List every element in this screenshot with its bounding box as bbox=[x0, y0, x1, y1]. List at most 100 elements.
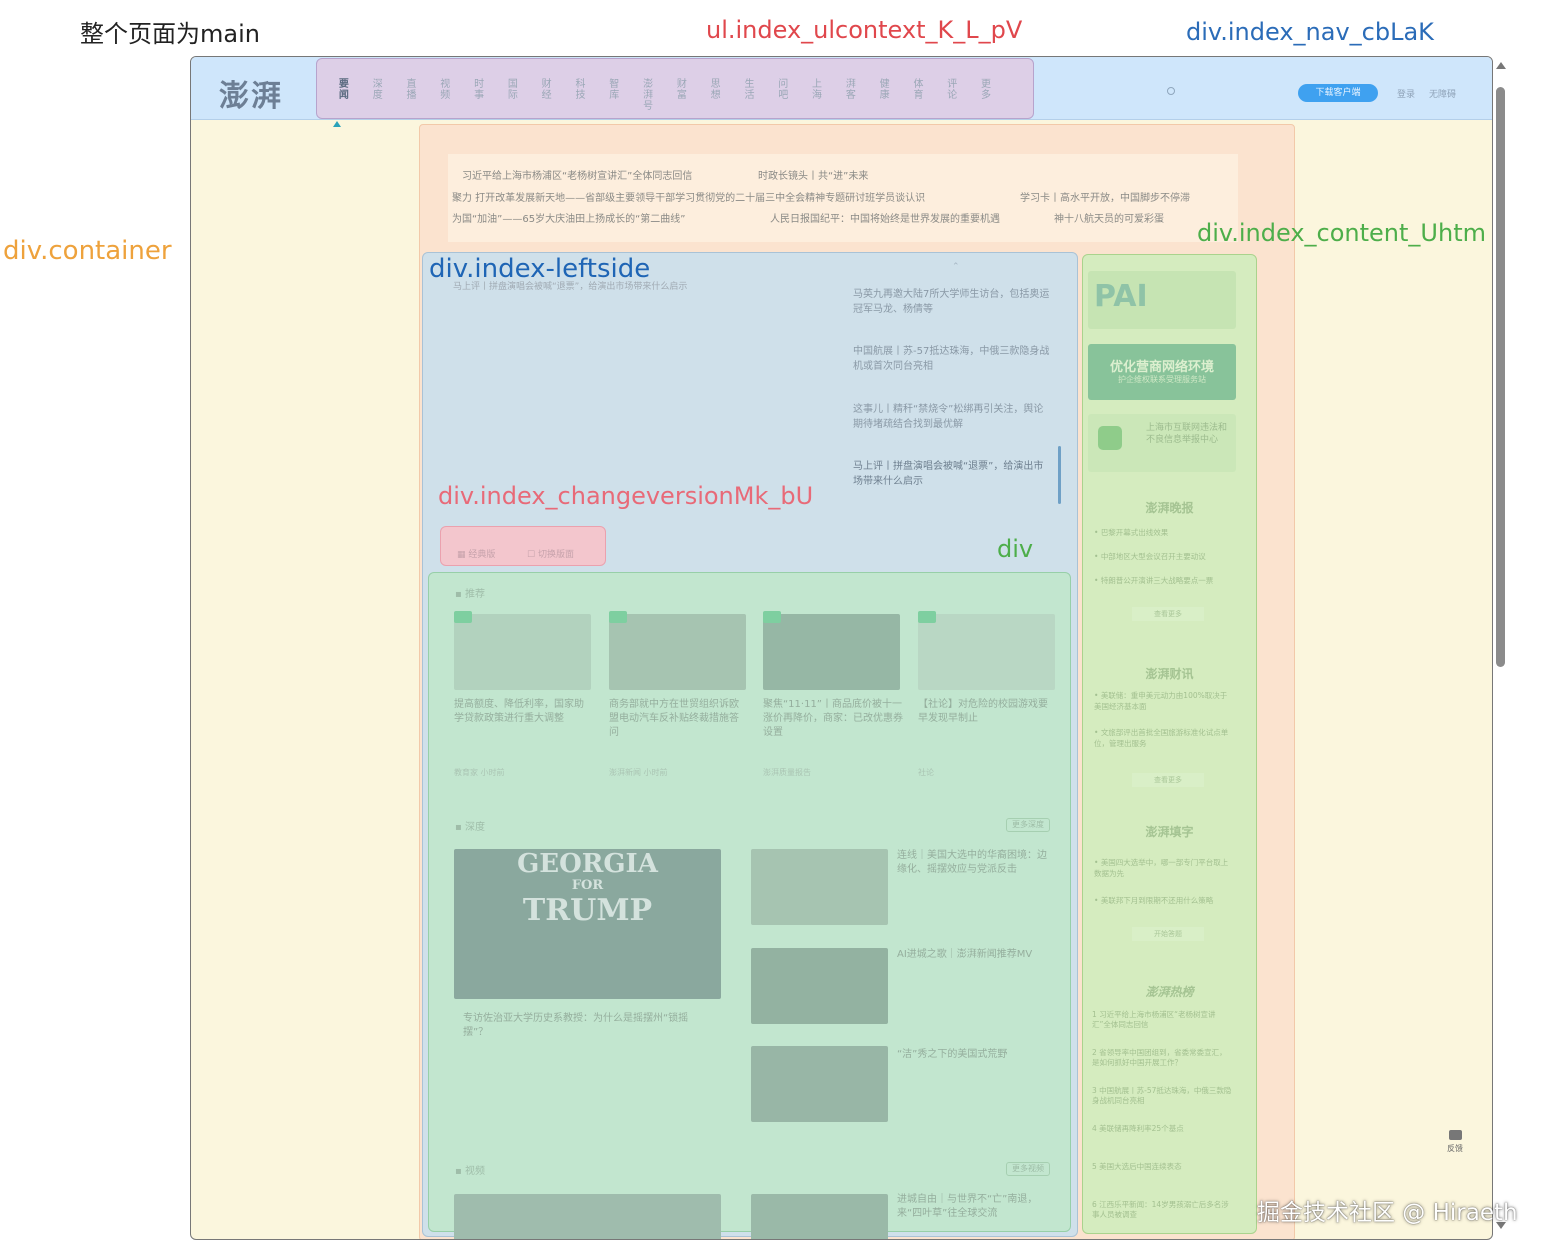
hot-list-item[interactable]: 3 中国航展丨苏-57抵达珠海，中俄三款隐身战机同台亮相 bbox=[1092, 1086, 1232, 1106]
nav-item[interactable]: 更多 bbox=[969, 59, 1003, 118]
depth-side-title[interactable]: 连线｜美国大选中的华裔困境：边缘化、摇摆效应与党派反击 bbox=[897, 849, 1047, 877]
watermark: 掘金技术社区 @ Hiraeth bbox=[1257, 1200, 1518, 1226]
nav-item[interactable]: 智库 bbox=[597, 59, 631, 118]
depth-main-title[interactable]: 专访佐治亚大学历史系教授：为什么是摇摆州“锁摇摆”？ bbox=[463, 1012, 713, 1040]
card-image[interactable] bbox=[454, 614, 591, 690]
site-logo[interactable]: 澎湃 bbox=[219, 71, 283, 115]
scrollbar-thumb[interactable] bbox=[1496, 87, 1505, 667]
video-side-image[interactable] bbox=[751, 1194, 888, 1239]
login-link[interactable]: 登录 bbox=[1397, 87, 1415, 100]
feedback-label: 反馈 bbox=[1447, 1144, 1463, 1153]
more-video-button[interactable]: 更多视频 bbox=[1006, 1162, 1050, 1176]
ticker-item[interactable]: 人民日报国纪平：中国将始终是世界发展的重要机遇 bbox=[770, 210, 1000, 225]
card-title[interactable]: 聚焦“11·11”丨商品底价被十一涨价再降价，商家：已改优惠券设置 bbox=[763, 698, 903, 740]
download-app-button[interactable]: 下载客户端 bbox=[1298, 84, 1378, 102]
nav-item[interactable]: 体育 bbox=[902, 59, 936, 118]
finance-news-item[interactable]: • 文旅部评出首批全国旅游标准化试点单位，管理出服务 bbox=[1094, 727, 1234, 749]
hero-list-item-active[interactable]: 马上评丨拼盘演唱会被喊“退票”，给演出市场带来什么启示 bbox=[853, 459, 1053, 489]
nav-item[interactable]: 生活 bbox=[733, 59, 767, 118]
depth-side-image[interactable] bbox=[751, 1046, 888, 1122]
card-tag-icon bbox=[763, 611, 781, 623]
switch-layout-button[interactable]: ☐ 切换版面 bbox=[527, 547, 574, 560]
more-depth-button[interactable]: 更多深度 bbox=[1006, 818, 1050, 832]
ticker-item[interactable]: 神十八航天员的可爱彩蛋 bbox=[1054, 210, 1164, 225]
hot-list-item[interactable]: 2 省领导率中国团组到，省委常委宣汇，是如何抓好中国开展工作？ bbox=[1092, 1048, 1232, 1068]
card-title[interactable]: 商务部就中方在世贸组织诉欧盟电动汽车反补贴终裁措施答问 bbox=[609, 698, 744, 740]
carousel-up-icon[interactable]: ⌃ bbox=[952, 262, 960, 272]
accessibility-link[interactable]: 无障碍 bbox=[1429, 87, 1456, 100]
hot-list-title: 澎湃热榜 bbox=[1145, 985, 1194, 999]
ad-banner-pai[interactable]: PAI bbox=[1088, 271, 1236, 329]
depth-side-image[interactable] bbox=[751, 849, 888, 925]
card-image[interactable] bbox=[609, 614, 746, 690]
finance-more-button[interactable]: 查看更多 bbox=[1132, 773, 1204, 787]
nav-item[interactable]: 科技 bbox=[564, 59, 598, 118]
ticker-item[interactable]: 为国“加油”——65岁大庆油田上扬成长的“第二曲线” bbox=[452, 210, 685, 225]
nav-item[interactable]: 湃客 bbox=[834, 59, 868, 118]
nav-item[interactable]: 要闻 bbox=[327, 59, 361, 118]
evening-news-item[interactable]: • 巴黎开幕式出线效果 bbox=[1094, 527, 1234, 538]
report-center-banner[interactable]: 上海市互联网违法和不良信息举报中心 bbox=[1088, 414, 1236, 472]
video-main-image[interactable] bbox=[454, 1194, 721, 1239]
headline-ticker: 习近平给上海市杨浦区“老杨树宣讲汇”全体同志回信 时政长镜头丨共“进”未来 聚力… bbox=[448, 154, 1238, 242]
card-image[interactable] bbox=[763, 614, 900, 690]
card-meta: 社论 bbox=[918, 768, 934, 777]
hot-list-item[interactable]: 5 美国大选后中国连续表态 bbox=[1092, 1162, 1232, 1172]
nav-item[interactable]: 问吧 bbox=[766, 59, 800, 118]
annotation-changeversion: div.index_changeversionMk_bU bbox=[438, 482, 814, 510]
search-icon[interactable] bbox=[1167, 87, 1175, 95]
nav-item[interactable]: 上海 bbox=[800, 59, 834, 118]
nav-item[interactable]: 财富 bbox=[665, 59, 699, 118]
nav-item[interactable]: 财经 bbox=[530, 59, 564, 118]
scroll-up-icon[interactable] bbox=[1496, 62, 1506, 69]
card-tag-icon bbox=[609, 611, 627, 623]
nav-item[interactable]: 直播 bbox=[395, 59, 429, 118]
crossword-title: 澎湃填字 bbox=[1145, 825, 1194, 839]
evening-news-item[interactable]: • 中部地区大型会议召开主要动议 bbox=[1094, 551, 1234, 562]
depth-main-image[interactable]: GEORGIA FOR TRUMP bbox=[454, 849, 721, 999]
card-title[interactable]: 提高额度、降低利率，国家助学贷款政策进行重大调整 bbox=[454, 698, 589, 726]
hot-list-item[interactable]: 4 美联储再降利率25个基点 bbox=[1092, 1124, 1232, 1134]
depth-side-image[interactable] bbox=[751, 948, 888, 1024]
nav-item[interactable]: 评论 bbox=[935, 59, 969, 118]
nav-item[interactable]: 健康 bbox=[868, 59, 902, 118]
nav-item[interactable]: 视频 bbox=[428, 59, 462, 118]
card-meta: 澎湃质量报告 bbox=[763, 768, 811, 777]
depth-side-title[interactable]: “洁”秀之下的美国式荒野 bbox=[897, 1048, 1047, 1062]
hot-list-item[interactable]: 1 习近平给上海市杨浦区“老杨树宣讲汇”全体同志回信 bbox=[1092, 1010, 1232, 1030]
active-nav-indicator-icon bbox=[333, 121, 341, 127]
nav-item[interactable]: 澎湃号 bbox=[631, 59, 665, 118]
nav-item[interactable]: 深度 bbox=[361, 59, 395, 118]
card-title[interactable]: 【社论】对危险的校园游戏要早发现早制止 bbox=[918, 698, 1053, 726]
nav-item[interactable]: 思想 bbox=[699, 59, 733, 118]
hero-list-item[interactable]: 马英九再邀大陆7所大学师生访台，包括奥运冠军马龙、杨倩等 bbox=[853, 287, 1053, 317]
classic-version-button[interactable]: ▦ 经典版 bbox=[457, 547, 495, 560]
video-side-title[interactable]: 进城自由｜与世界不“亡”南退，来“四叶草”往全球交流 bbox=[897, 1193, 1047, 1221]
report-logo-icon bbox=[1098, 426, 1122, 450]
section-title-depth: ▪ 深度 bbox=[455, 822, 485, 833]
ticker-item[interactable]: 聚力 打开改革发展新天地——省部级主要领导干部学习贯彻党的二十届三中全会精神专题… bbox=[452, 189, 925, 204]
section-title-video: ▪ 视频 bbox=[455, 1166, 485, 1177]
card-image[interactable] bbox=[918, 614, 1055, 690]
feedback-button[interactable]: 反馈 bbox=[1440, 1130, 1470, 1166]
crossword-start-button[interactable]: 开始答题 bbox=[1132, 927, 1204, 941]
crossword-item[interactable]: • 美联邦下月到限期不还用什么策略 bbox=[1094, 895, 1234, 906]
hot-list-item[interactable]: 6 江西乐平新闻：14岁男孩溺亡后多名涉事人员被调查 bbox=[1092, 1200, 1232, 1220]
nav-item[interactable]: 时事 bbox=[462, 59, 496, 118]
image-text-georgia: GEORGIA bbox=[517, 849, 658, 879]
finance-news-item[interactable]: • 美联储：重申美元动力由100%取决于美国经济基本面 bbox=[1094, 690, 1234, 712]
crossword-item[interactable]: • 美国四大选举中，哪一部专门平台取上数据为先 bbox=[1094, 857, 1234, 879]
hero-list-item[interactable]: 这事儿丨精秆“禁烧令”松绑再引关注，舆论期待堵疏结合找到最优解 bbox=[853, 402, 1053, 432]
depth-side-title[interactable]: AI进城之歌｜澎湃新闻推荐MV bbox=[897, 948, 1047, 962]
top-navigation: 澎湃 要闻深度直播视频时事国际财经科技智库澎湃号财富思想生活问吧上海湃客健康体育… bbox=[191, 57, 1492, 120]
annotation-div-green: div bbox=[997, 535, 1034, 563]
evening-news-item[interactable]: • 特朗普公开演讲三大战略要点一票 bbox=[1094, 575, 1234, 586]
evening-more-button[interactable]: 查看更多 bbox=[1132, 607, 1204, 621]
ticker-item[interactable]: 学习卡丨高水平开放，中国脚步不停滞 bbox=[1020, 189, 1190, 204]
change-version-box: ▦ 经典版 ☐ 切换版面 bbox=[440, 526, 606, 566]
nav-item[interactable]: 国际 bbox=[496, 59, 530, 118]
ad-banner-business[interactable]: 优化营商网络环境 护企维权联系受理服务站 bbox=[1088, 344, 1236, 400]
ticker-item[interactable]: 时政长镜头丨共“进”未来 bbox=[758, 167, 868, 182]
hero-list-item[interactable]: 中国航展丨苏-57抵达珠海，中俄三款隐身战机或首次同台亮相 bbox=[853, 344, 1053, 374]
ticker-item[interactable]: 习近平给上海市杨浦区“老杨树宣讲汇”全体同志回信 bbox=[462, 167, 692, 182]
